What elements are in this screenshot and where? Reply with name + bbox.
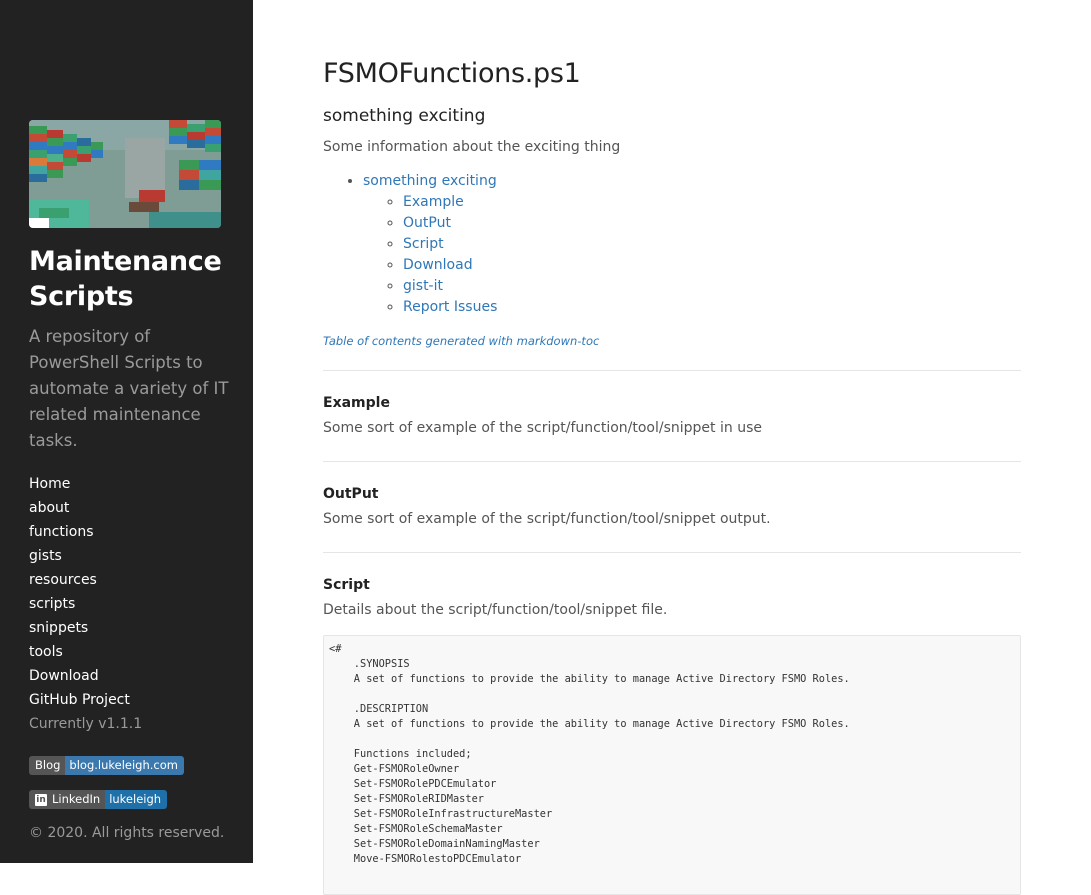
- nav-about[interactable]: about: [29, 496, 253, 520]
- nav-gists[interactable]: gists: [29, 544, 253, 568]
- toc-link-example[interactable]: Example: [403, 194, 464, 210]
- divider: [323, 370, 1021, 371]
- nav-home[interactable]: Home: [29, 472, 253, 496]
- section-text-script: Details about the script/function/tool/s…: [323, 602, 668, 618]
- toc-item: something exciting Example OutPut Script…: [363, 171, 1021, 318]
- toc-link-output[interactable]: OutPut: [403, 215, 451, 231]
- nav-download[interactable]: Download: [29, 664, 253, 688]
- linkedin-badge-left: in LinkedIn: [29, 790, 106, 809]
- section-heading-output: OutPut: [323, 486, 379, 502]
- page-title: FSMOFunctions.ps1: [323, 58, 581, 89]
- divider: [323, 461, 1021, 462]
- sidebar-nav: Home about functions gists resources scr…: [29, 472, 253, 736]
- copyright: © 2020. All rights reserved.: [29, 825, 225, 841]
- nav-resources[interactable]: resources: [29, 568, 253, 592]
- toc-link-download[interactable]: Download: [403, 257, 473, 273]
- blog-badge-value: blog.lukeleigh.com: [65, 756, 184, 775]
- toc-item: Script: [403, 234, 1021, 255]
- main-content: FSMOFunctions.ps1 something exciting Som…: [323, 0, 1021, 895]
- toc-link-something-exciting[interactable]: something exciting: [363, 173, 497, 189]
- section-heading-script: Script: [323, 577, 370, 593]
- toc-item: Download: [403, 255, 1021, 276]
- nav-tools[interactable]: tools: [29, 640, 253, 664]
- nav-functions[interactable]: functions: [29, 520, 253, 544]
- section-text-example: Some sort of example of the script/funct…: [323, 420, 762, 436]
- script-code-block[interactable]: <# .SYNOPSIS A set of functions to provi…: [323, 635, 1021, 895]
- section-heading-example: Example: [323, 395, 390, 411]
- intro-text: Some information about the exciting thin…: [323, 139, 621, 155]
- toc-item: gist-it: [403, 276, 1021, 297]
- toc-link-script[interactable]: Script: [403, 236, 444, 252]
- sidebar: Maintenance Scripts A repository of Powe…: [0, 0, 253, 863]
- version-text: Currently v1.1.1: [29, 716, 143, 732]
- section-text-output: Some sort of example of the script/funct…: [323, 511, 771, 527]
- toc-item: Example: [403, 192, 1021, 213]
- header-image: [29, 120, 221, 228]
- blog-badge-label: Blog: [29, 756, 66, 775]
- nav-github-project[interactable]: GitHub Project: [29, 688, 253, 712]
- section-heading-something-exciting: something exciting: [323, 106, 486, 126]
- toc-item: Report Issues: [403, 297, 1021, 318]
- toc-link-report-issues[interactable]: Report Issues: [403, 299, 497, 315]
- blog-badge[interactable]: Blog blog.lukeleigh.com: [29, 756, 184, 775]
- linkedin-badge-value: lukeleigh: [105, 790, 168, 809]
- table-of-contents: something exciting Example OutPut Script…: [323, 171, 1021, 318]
- site-tagline: A repository of PowerShell Scripts to au…: [29, 327, 229, 450]
- site-title: Maintenance Scripts: [29, 246, 222, 312]
- nav-snippets[interactable]: snippets: [29, 616, 253, 640]
- divider: [323, 552, 1021, 553]
- linkedin-icon: in: [35, 793, 47, 806]
- toc-generated-note[interactable]: Table of contents generated with markdow…: [323, 334, 1021, 348]
- linkedin-badge[interactable]: in LinkedIn lukeleigh: [29, 790, 168, 809]
- nav-scripts[interactable]: scripts: [29, 592, 253, 616]
- linkedin-badge-label: LinkedIn: [52, 792, 101, 806]
- toc-item: OutPut: [403, 213, 1021, 234]
- toc-link-gist-it[interactable]: gist-it: [403, 278, 443, 294]
